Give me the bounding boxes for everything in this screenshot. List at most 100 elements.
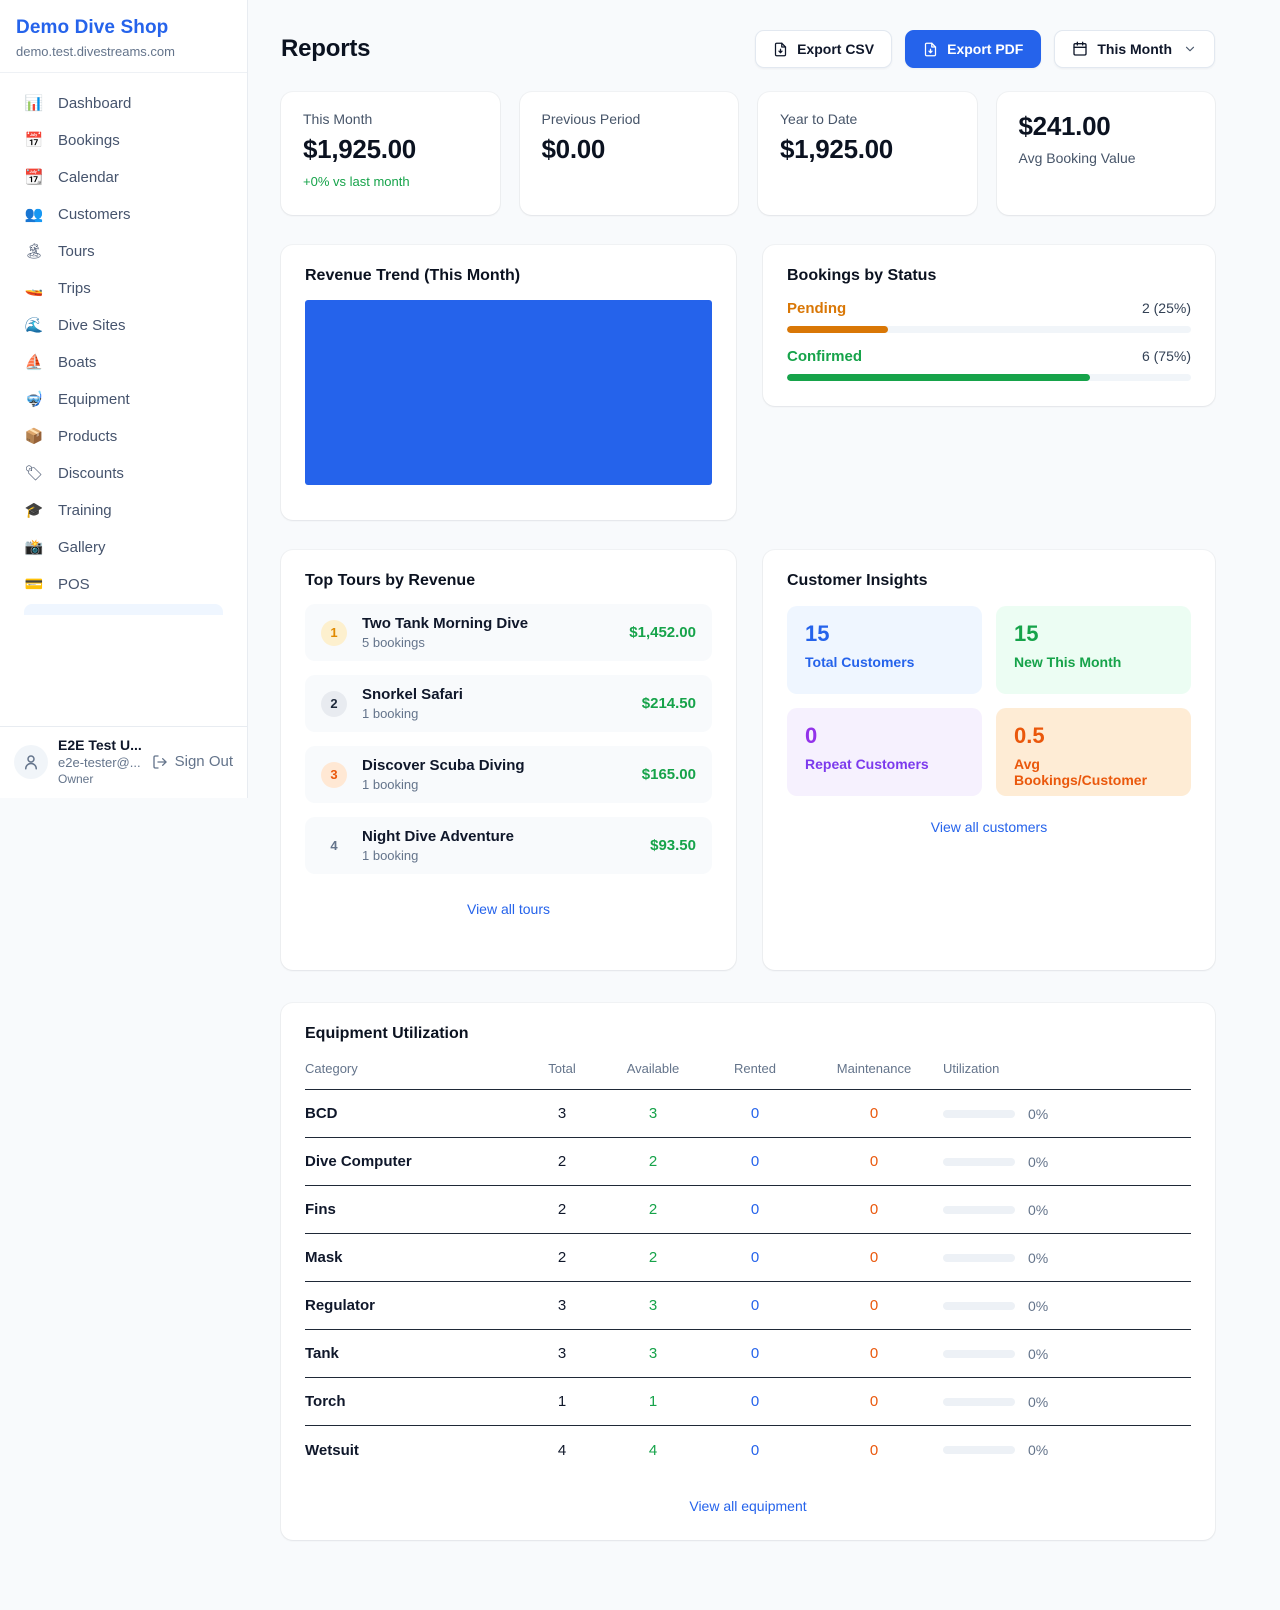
customer-insights-title: Customer Insights xyxy=(787,572,1191,590)
table-row: Torch 1 1 0 0 0% xyxy=(305,1378,1191,1426)
header-actions: Export CSV Export PDF This Month xyxy=(755,30,1215,68)
sidebar: Demo Dive Shop demo.test.divestreams.com… xyxy=(0,0,248,798)
sidebar-item-bookings[interactable]: 📅 Bookings xyxy=(12,122,235,159)
cell-category: Wetsuit xyxy=(305,1442,523,1459)
stat-value: $241.00 xyxy=(1019,111,1194,142)
revenue-trend-card: Revenue Trend (This Month) xyxy=(281,245,736,520)
utilization-label: 0% xyxy=(1028,1298,1048,1314)
brand-block: Demo Dive Shop demo.test.divestreams.com xyxy=(0,0,247,73)
utilization-label: 0% xyxy=(1028,1442,1048,1458)
stat-label: Avg Booking Value xyxy=(1019,150,1194,166)
user-email: e2e-tester@... xyxy=(58,755,142,770)
cell-maintenance: 0 xyxy=(805,1249,943,1266)
rank-badge: 1 xyxy=(321,620,347,646)
export-csv-button[interactable]: Export CSV xyxy=(755,30,892,68)
tag-icon: 🏷 xyxy=(24,466,44,481)
wave-icon: 🌊 xyxy=(24,318,44,333)
stat-card-year-to-date: Year to Date $1,925.00 xyxy=(758,92,977,215)
sidebar-item-products[interactable]: 📦 Products xyxy=(12,418,235,455)
sidebar-item-reports-partial[interactable] xyxy=(24,604,223,615)
rank-badge: 2 xyxy=(321,691,347,717)
sidebar-item-customers[interactable]: 👥 Customers xyxy=(12,196,235,233)
tour-item: 1 Two Tank Morning Dive 5 bookings $1,45… xyxy=(305,604,712,661)
cell-utilization: 0% xyxy=(943,1250,1191,1266)
sidebar-item-label: Equipment xyxy=(58,391,130,408)
cell-maintenance: 0 xyxy=(805,1297,943,1314)
cell-utilization: 0% xyxy=(943,1154,1191,1170)
graduation-cap-icon: 🎓 xyxy=(24,503,44,518)
sidebar-item-equipment[interactable]: 🤿 Equipment xyxy=(12,381,235,418)
diving-mask-icon: 🤿 xyxy=(24,392,44,407)
status-bar-track xyxy=(787,374,1191,381)
col-total: Total xyxy=(523,1061,601,1076)
cell-available: 3 xyxy=(601,1297,705,1314)
stat-label: Year to Date xyxy=(780,111,955,127)
stat-value: $1,925.00 xyxy=(303,134,478,165)
cell-rented: 0 xyxy=(705,1393,805,1410)
sidebar-item-calendar[interactable]: 📆 Calendar xyxy=(12,159,235,196)
sidebar-item-dive-sites[interactable]: 🌊 Dive Sites xyxy=(12,307,235,344)
cell-available: 3 xyxy=(601,1345,705,1362)
tour-item: 4 Night Dive Adventure 1 booking $93.50 xyxy=(305,817,712,874)
file-download-icon xyxy=(773,42,788,57)
cell-utilization: 0% xyxy=(943,1106,1191,1122)
cell-total: 3 xyxy=(523,1345,601,1362)
sidebar-item-gallery[interactable]: 📸 Gallery xyxy=(12,529,235,566)
view-all-equipment-link[interactable]: View all equipment xyxy=(305,1498,1191,1514)
cell-available: 1 xyxy=(601,1393,705,1410)
camera-icon: 📸 xyxy=(24,540,44,555)
utilization-bar xyxy=(943,1302,1015,1310)
utilization-bar xyxy=(943,1110,1015,1118)
utilization-bar xyxy=(943,1206,1015,1214)
cell-category: Fins xyxy=(305,1201,523,1218)
export-csv-label: Export CSV xyxy=(797,41,874,57)
table-row: Regulator 3 3 0 0 0% xyxy=(305,1282,1191,1330)
period-dropdown[interactable]: This Month xyxy=(1054,30,1215,68)
insight-repeat-customers: 0 Repeat Customers xyxy=(787,708,982,796)
utilization-label: 0% xyxy=(1028,1346,1048,1362)
status-label: Confirmed xyxy=(787,348,862,365)
stat-delta: +0% vs last month xyxy=(303,174,478,189)
sidebar-item-trips[interactable]: 🚤 Trips xyxy=(12,270,235,307)
view-all-customers-link[interactable]: View all customers xyxy=(787,819,1191,835)
sidebar-item-tours[interactable]: 🏝 Tours xyxy=(12,233,235,270)
sidebar-item-dashboard[interactable]: 📊 Dashboard xyxy=(12,85,235,122)
sidebar-item-label: Tours xyxy=(58,243,95,260)
cell-maintenance: 0 xyxy=(805,1105,943,1122)
dashboard-icon: 📊 xyxy=(24,96,44,111)
sign-out-button[interactable]: Sign Out xyxy=(152,753,233,770)
utilization-bar xyxy=(943,1254,1015,1262)
cell-rented: 0 xyxy=(705,1249,805,1266)
cell-available: 2 xyxy=(601,1201,705,1218)
sidebar-item-label: Calendar xyxy=(58,169,119,186)
status-bar-fill xyxy=(787,374,1090,381)
sidebar-item-discounts[interactable]: 🏷 Discounts xyxy=(12,455,235,492)
tour-bookings: 1 booking xyxy=(362,777,525,792)
sidebar-item-boats[interactable]: ⛵ Boats xyxy=(12,344,235,381)
cell-rented: 0 xyxy=(705,1153,805,1170)
cell-maintenance: 0 xyxy=(805,1345,943,1362)
cell-category: Torch xyxy=(305,1393,523,1410)
tour-name: Snorkel Safari xyxy=(362,686,463,703)
insight-value: 0 xyxy=(805,723,964,749)
cell-maintenance: 0 xyxy=(805,1393,943,1410)
cell-total: 2 xyxy=(523,1153,601,1170)
tour-item: 3 Discover Scuba Diving 1 booking $165.0… xyxy=(305,746,712,803)
view-all-tours-link[interactable]: View all tours xyxy=(305,901,712,917)
cell-maintenance: 0 xyxy=(805,1153,943,1170)
sidebar-item-label: Bookings xyxy=(58,132,120,149)
cell-utilization: 0% xyxy=(943,1346,1191,1362)
export-pdf-button[interactable]: Export PDF xyxy=(905,30,1041,68)
sidebar-item-training[interactable]: 🎓 Training xyxy=(12,492,235,529)
col-maintenance: Maintenance xyxy=(805,1061,943,1076)
cell-category: Regulator xyxy=(305,1297,523,1314)
insights-row: Top Tours by Revenue 1 Two Tank Morning … xyxy=(281,550,1215,970)
tour-amount: $1,452.00 xyxy=(629,624,696,641)
table-row: Tank 3 3 0 0 0% xyxy=(305,1330,1191,1378)
status-bar-track xyxy=(787,326,1191,333)
col-category: Category xyxy=(305,1061,523,1076)
person-icon xyxy=(22,753,40,771)
utilization-bar xyxy=(943,1398,1015,1406)
tour-amount: $165.00 xyxy=(642,766,696,783)
sidebar-item-pos[interactable]: 💳 POS xyxy=(12,566,235,603)
